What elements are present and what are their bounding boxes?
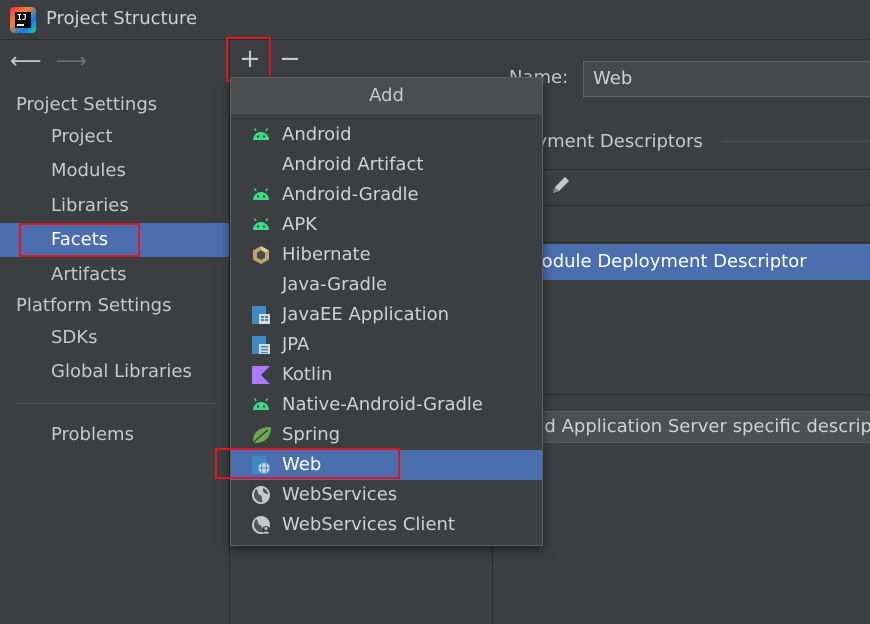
sidebar-item-artifacts[interactable]: Artifacts — [0, 258, 229, 292]
sidebar-item-global-libraries[interactable]: Global Libraries — [0, 355, 229, 389]
window-title: Project Structure — [46, 8, 198, 29]
menu-item-spring[interactable]: Spring — [231, 420, 542, 450]
menu-item-label: JavaEE Application — [282, 304, 450, 325]
globe-client-icon — [251, 515, 271, 535]
android-icon — [251, 125, 271, 145]
title-bar: IJ Project Structure — [0, 0, 870, 40]
menu-item-label: Android Artifact — [282, 154, 424, 175]
hibernate-icon — [251, 245, 271, 265]
sidebar-separator — [16, 403, 216, 404]
menu-item-label: APK — [282, 214, 317, 235]
sidebar: ⟵ ⟶ Project Settings Project Modules Lib… — [0, 41, 230, 624]
name-field[interactable]: Web — [583, 61, 870, 97]
menu-item-webservices[interactable]: WebServices — [231, 480, 542, 510]
android-icon — [251, 185, 271, 205]
forward-arrow-icon[interactable]: ⟶ — [56, 49, 88, 74]
web-highlight-box — [215, 448, 400, 479]
menu-item-label: Android — [282, 124, 352, 145]
popup-header: Add — [231, 78, 542, 114]
jpa-icon — [251, 335, 271, 355]
menu-item-kotlin[interactable]: Kotlin — [231, 360, 542, 390]
sidebar-item-sdks[interactable]: SDKs — [0, 321, 229, 355]
menu-item-label: JPA — [282, 334, 310, 355]
menu-item-native-android-gradle[interactable]: Native-Android-Gradle — [231, 390, 542, 420]
facet-details-panel: Name: Web ployment Descriptors − pe b Mo… — [494, 41, 870, 624]
sidebar-item-libraries[interactable]: Libraries — [0, 189, 229, 223]
back-arrow-icon[interactable]: ⟵ — [10, 49, 42, 74]
facets-highlight-box — [19, 223, 140, 257]
menu-item-label: Java-Gradle — [282, 274, 388, 295]
add-server-descriptor-button[interactable]: dd Application Server specific descript — [514, 411, 870, 443]
intellij-app-icon: IJ — [10, 7, 36, 33]
menu-item-label: Hibernate — [282, 244, 371, 265]
edit-pencil-icon[interactable] — [550, 174, 572, 202]
section-divider — [722, 141, 870, 142]
menu-item-label: WebServices Client — [282, 514, 455, 535]
platform-settings-heading: Platform Settings — [16, 295, 172, 316]
add-button-highlight-box — [226, 37, 271, 82]
menu-item-javaee-application[interactable]: JavaEE Application — [231, 300, 542, 330]
menu-item-label: Native-Android-Gradle — [282, 394, 484, 415]
spring-leaf-icon — [251, 425, 271, 445]
menu-item-apk[interactable]: APK — [231, 210, 542, 240]
descriptors-table-body — [494, 280, 870, 395]
menu-item-label: Spring — [282, 424, 341, 445]
menu-item-label: Kotlin — [282, 364, 333, 385]
menu-item-android[interactable]: Android — [231, 120, 542, 150]
sidebar-item-project[interactable]: Project — [0, 120, 229, 154]
kotlin-icon — [251, 365, 271, 385]
globe-icon — [251, 485, 271, 505]
descriptors-toolbar: − — [494, 169, 870, 205]
menu-item-label: Android-Gradle — [282, 184, 419, 205]
sidebar-item-modules[interactable]: Modules — [0, 154, 229, 188]
menu-item-android-gradle[interactable]: Android-Gradle — [231, 180, 542, 210]
remove-facet-button[interactable]: − — [270, 41, 310, 79]
project-settings-heading: Project Settings — [16, 94, 158, 115]
android-icon — [251, 395, 271, 415]
descriptors-table-header[interactable]: pe — [494, 205, 870, 243]
nav-arrows: ⟵ ⟶ — [10, 49, 87, 74]
table-row[interactable]: b Module Deployment Descriptor — [494, 244, 870, 280]
menu-item-webservices-client[interactable]: WebServices Client — [231, 510, 542, 540]
sidebar-item-problems[interactable]: Problems — [0, 418, 229, 452]
android-icon — [251, 215, 271, 235]
menu-item-jpa[interactable]: JPA — [231, 330, 542, 360]
menu-item-android-artifact[interactable]: Android Artifact — [231, 150, 542, 180]
javaee-icon — [251, 305, 271, 325]
menu-item-java-gradle[interactable]: Java-Gradle — [231, 270, 542, 300]
menu-item-hibernate[interactable]: Hibernate — [231, 240, 542, 270]
menu-item-label: WebServices — [282, 484, 398, 505]
